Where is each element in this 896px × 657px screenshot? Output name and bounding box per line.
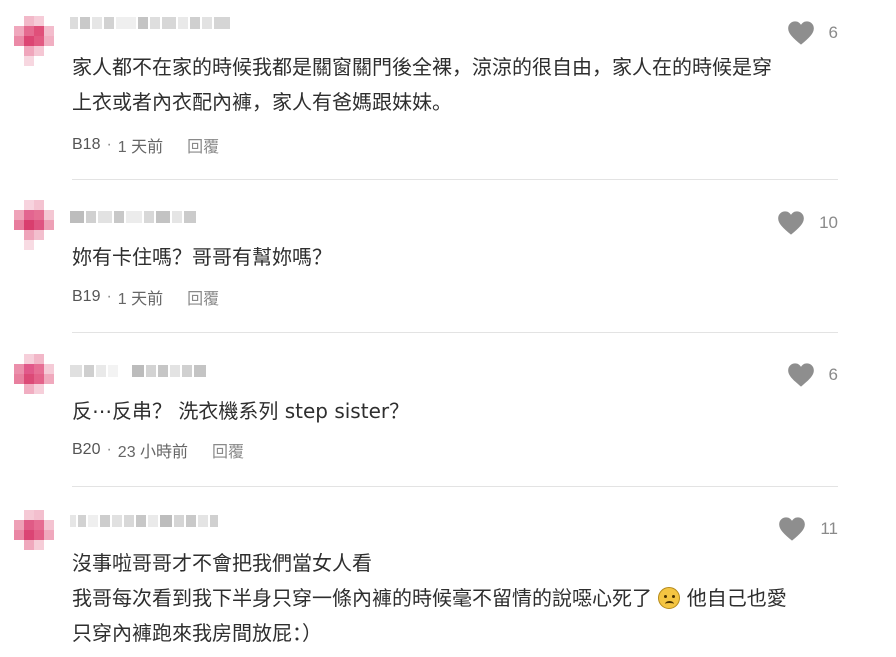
face-with-open-mouth-icon (658, 587, 681, 609)
comment-text: 妳有卡住嗎？哥哥有幫妳嗎？ (72, 245, 332, 269)
comment-b21: 11 沒事啦哥哥才不會把我們當女人看 我哥每次看到我下半身只穿一條內褲的時候毫不… (0, 486, 896, 657)
heart-icon (787, 21, 814, 45)
avatar[interactable] (14, 510, 62, 562)
comment-b20: 6 反⋯反串？ 洗衣機系列 step sister？ B20 · 23 小時前 … (0, 332, 896, 487)
username-blurred[interactable] (70, 362, 206, 380)
timestamp: 23 小時前 (117, 444, 189, 461)
separator-dot: · (106, 136, 112, 153)
like-button[interactable]: 6 (787, 20, 838, 46)
username-blurred[interactable] (70, 512, 218, 530)
timestamp: 1 天前 (117, 291, 164, 308)
like-count: 11 (820, 519, 838, 538)
heart-icon (778, 211, 804, 235)
comment-b19: 10 妳有卡住嗎？哥哥有幫妳嗎？ B19 · 1 天前 回覆 (0, 180, 896, 333)
like-button[interactable]: 10 (777, 210, 838, 236)
reply-button[interactable]: 回覆 (187, 133, 219, 157)
reply-button[interactable]: 回覆 (187, 285, 219, 309)
floor-number: B18 (72, 136, 101, 153)
comment-text: 反⋯反串？ 洗衣機系列 step sister？ (72, 399, 410, 423)
avatar[interactable] (14, 16, 62, 68)
timestamp: 1 天前 (117, 139, 164, 156)
like-button[interactable]: 11 (778, 516, 838, 542)
comment-b18: 6 家人都不在家的時候我都是關窗關門後全裸，涼涼的很自由，家人在的時候是穿 上衣… (0, 0, 896, 180)
comment-meta: B18 · 1 天前 回覆 (72, 133, 219, 157)
like-count: 6 (828, 365, 838, 384)
comment-meta: B19 · 1 天前 回覆 (72, 285, 219, 309)
floor-number: B20 (72, 441, 101, 458)
like-count: 10 (819, 213, 838, 232)
avatar[interactable] (14, 200, 62, 252)
like-count: 6 (828, 23, 838, 42)
comment-meta: B20 · 23 小時前 回覆 (72, 438, 244, 462)
separator-dot: · (106, 288, 112, 305)
reply-button[interactable]: 回覆 (212, 438, 244, 462)
heart-icon (779, 517, 806, 541)
heart-icon (787, 363, 814, 387)
comment-text: 家人都不在家的時候我都是關窗關門後全裸，涼涼的很自由，家人在的時候是穿 上衣或者… (72, 55, 772, 114)
floor-number: B19 (72, 288, 101, 305)
username-blurred[interactable] (70, 208, 196, 226)
avatar[interactable] (14, 354, 62, 406)
comment-text: 沒事啦哥哥才不會把我們當女人看 我哥每次看到我下半身只穿一條內褲的時候毫不留情的… (72, 551, 787, 645)
username-blurred[interactable] (70, 14, 230, 32)
like-button[interactable]: 6 (787, 362, 838, 388)
separator-dot: · (106, 441, 112, 458)
